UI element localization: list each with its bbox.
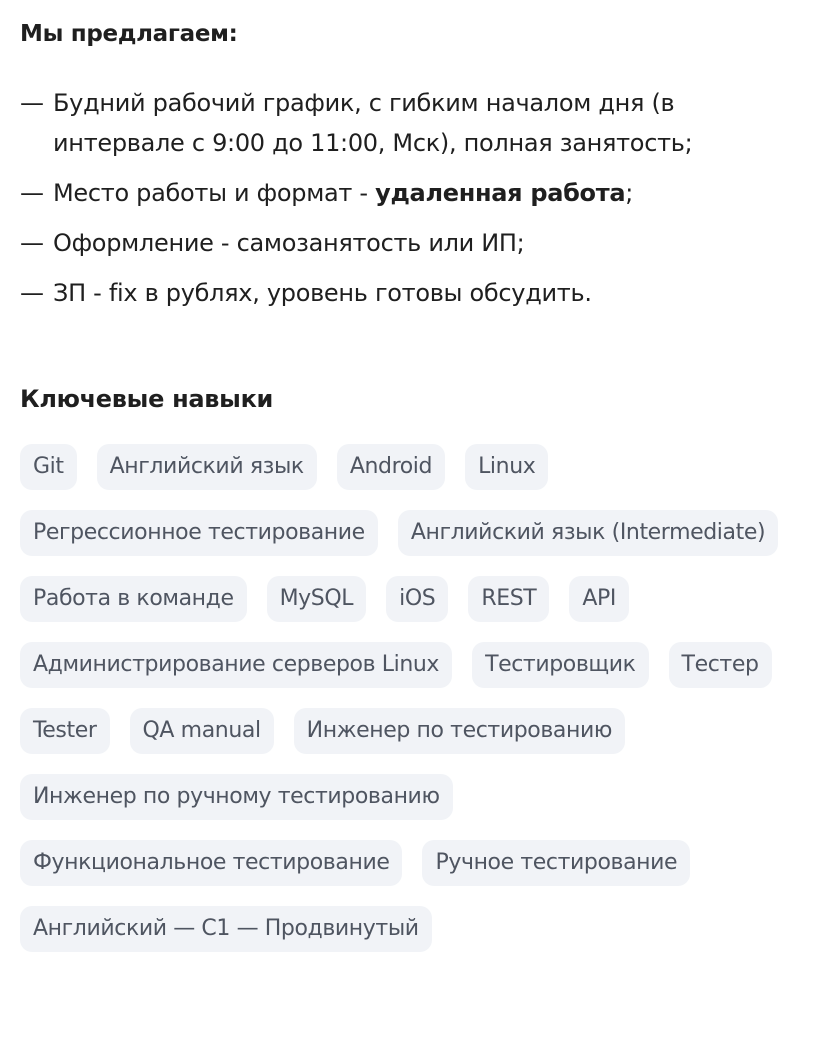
vacancy-details: Мы предлагаем: Будний рабочий график, с … <box>0 0 822 952</box>
offer-list: Будний рабочий график, с гибким началом … <box>20 83 802 313</box>
skill-tag: Администрирование серверов Linux <box>20 642 453 688</box>
skill-tag: Инженер по ручному тестированию <box>20 774 453 820</box>
skill-tag: Английский язык (Intermediate) <box>397 510 779 556</box>
skill-tag: Тестер <box>668 642 772 688</box>
skill-tag: Регрессионное тестирование <box>20 510 378 556</box>
skill-tag: MySQL <box>266 576 367 622</box>
skill-tag: Тестировщик <box>472 642 649 688</box>
offer-item-salary: ЗП - fix в рублях, уровень готовы обсуди… <box>20 273 802 313</box>
skill-tag: Linux <box>465 444 549 490</box>
skill-tag: Работа в команде <box>20 576 247 622</box>
skills-heading: Ключевые навыки <box>20 385 274 413</box>
offer-heading: Мы предлагаем: <box>20 21 238 47</box>
skill-tag: Tester <box>20 708 110 754</box>
skills-tag-list: Git Английский язык Android Linux Регрес… <box>20 444 810 952</box>
offer-item-schedule: Будний рабочий график, с гибким началом … <box>20 83 802 163</box>
skill-tag: Ручное тестирование <box>422 840 691 886</box>
offer-item-work-format-bold: удаленная работа <box>375 179 626 207</box>
skill-tag: Android <box>336 444 446 490</box>
skill-tag: Английский — C1 — Продвинутый <box>20 906 432 952</box>
skill-tag: QA manual <box>129 708 274 754</box>
skill-tag: iOS <box>386 576 449 622</box>
offer-item-work-format-end: ; <box>625 179 634 207</box>
offer-item-work-format-text: Место работы и формат - <box>53 179 376 207</box>
skill-tag: Функциональное тестирование <box>20 840 403 886</box>
skill-tag: REST <box>468 576 550 622</box>
skill-tag: API <box>569 576 629 622</box>
offer-item-employment-type: Оформление - самозанятость или ИП; <box>20 223 802 263</box>
skill-tag: Инженер по тестированию <box>293 708 626 754</box>
skill-tag: Английский язык <box>96 444 317 490</box>
skill-tag: Git <box>20 444 77 490</box>
offer-item-work-format: Место работы и формат - удаленная работа… <box>20 173 802 213</box>
